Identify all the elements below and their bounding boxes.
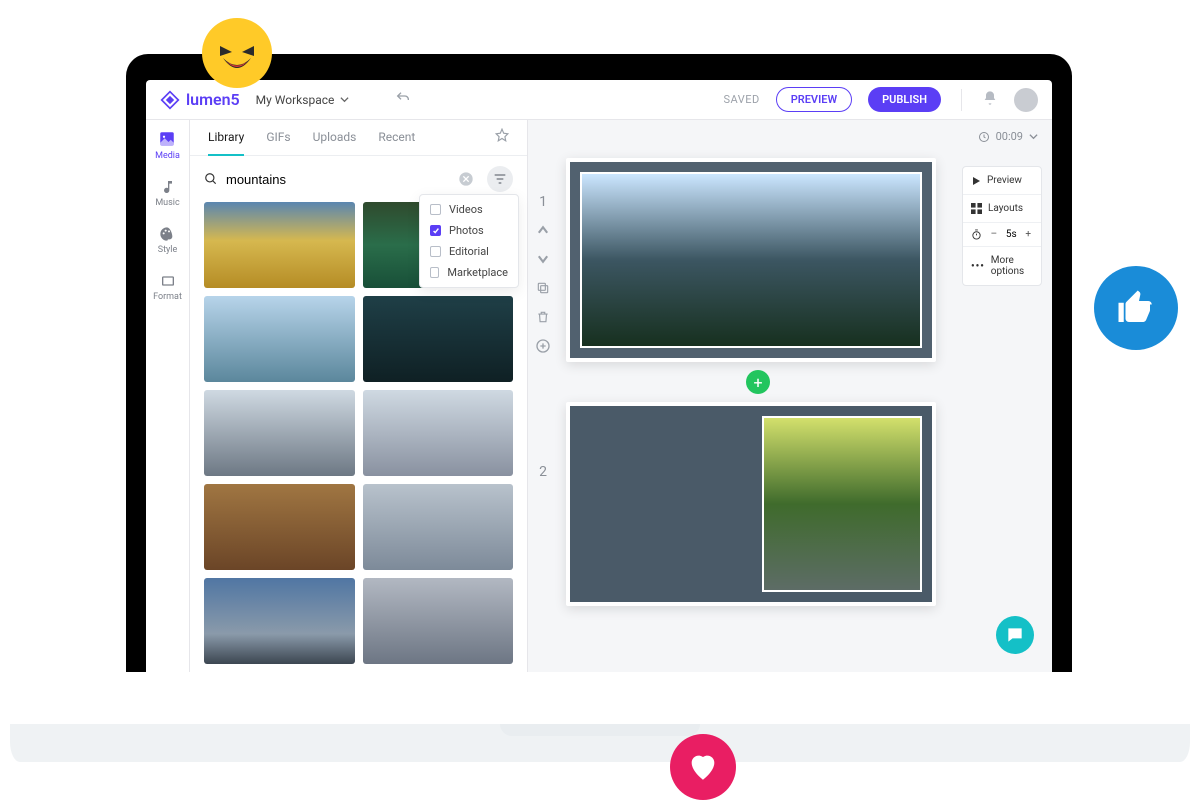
duration-minus[interactable]: – (989, 229, 1000, 240)
media-thumb[interactable] (363, 578, 514, 664)
media-thumb[interactable] (204, 296, 355, 382)
filter-marketplace[interactable]: Marketplace (430, 266, 508, 279)
canvas-area: 00:09 1 2 + (528, 120, 1052, 672)
heart-icon (670, 734, 736, 800)
search-input[interactable] (204, 172, 445, 187)
tab-recent[interactable]: Recent (378, 120, 415, 156)
media-thumb[interactable] (204, 484, 355, 570)
avatar[interactable] (1014, 88, 1038, 112)
clear-search-icon[interactable] (453, 166, 479, 192)
timer-icon (971, 229, 982, 240)
delete-icon[interactable] (534, 307, 552, 330)
media-tabs: Library GIFs Uploads Recent (190, 120, 527, 156)
laughing-emoji-icon (202, 18, 272, 88)
filter-icon[interactable] (487, 166, 513, 192)
duration-control: – 5s + (963, 223, 1041, 247)
slide-media[interactable] (580, 172, 922, 348)
slide-number: 1 (539, 194, 547, 210)
copy-icon[interactable] (534, 278, 552, 301)
media-thumb[interactable] (204, 390, 355, 476)
slide-number: 2 (539, 464, 547, 480)
filter-videos[interactable]: Videos (430, 203, 508, 216)
filter-photos[interactable]: Photos (430, 224, 508, 237)
tab-favorites[interactable] (495, 120, 509, 157)
slide-media[interactable] (762, 416, 922, 592)
slide[interactable] (566, 158, 936, 362)
slide-preview-button[interactable]: Preview (963, 167, 1041, 195)
app-header: lumen5 My Workspace SAVED PREVIEW PUBLIS… (146, 80, 1052, 120)
tab-uploads[interactable]: Uploads (313, 120, 357, 156)
rail-media[interactable]: Media (155, 130, 180, 161)
brand-logo: lumen5 (160, 90, 240, 110)
rail-style[interactable]: Style (158, 226, 178, 255)
slide-gutter: 1 2 (528, 120, 558, 672)
publish-button[interactable]: PUBLISH (868, 87, 941, 112)
slide[interactable] (566, 402, 936, 606)
duration-plus[interactable]: + (1023, 229, 1033, 240)
workspace-dropdown[interactable]: My Workspace (256, 93, 350, 107)
bell-icon[interactable] (982, 90, 998, 109)
search-icon (204, 172, 218, 186)
saved-label: SAVED (723, 93, 759, 106)
media-thumb[interactable] (204, 202, 355, 288)
left-rail: Media Music Style Format (146, 120, 190, 672)
preview-button[interactable]: PREVIEW (776, 87, 852, 112)
layouts-button[interactable]: Layouts (963, 195, 1041, 223)
filter-popover: Videos Photos Editorial Marketplace (419, 194, 519, 288)
filter-editorial[interactable]: Editorial (430, 245, 508, 258)
chat-icon[interactable] (996, 616, 1034, 654)
rail-music[interactable]: Music (155, 179, 179, 208)
move-down-icon[interactable] (534, 249, 552, 272)
media-thumb[interactable] (363, 390, 514, 476)
tab-gifs[interactable]: GIFs (266, 120, 290, 156)
tab-library[interactable]: Library (208, 120, 244, 156)
add-slide-button[interactable]: + (746, 370, 770, 394)
media-thumb[interactable] (363, 296, 514, 382)
more-options-button[interactable]: ••• More options (963, 247, 1041, 285)
rail-format[interactable]: Format (153, 273, 182, 302)
laptop-frame: lumen5 My Workspace SAVED PREVIEW PUBLIS… (126, 54, 1072, 672)
undo-icon[interactable] (395, 90, 411, 109)
add-circle-icon[interactable] (533, 336, 553, 360)
media-thumb[interactable] (204, 578, 355, 664)
thumbs-up-icon (1094, 266, 1178, 350)
laptop-base (10, 724, 1190, 762)
media-panel: Library GIFs Uploads Recent (190, 120, 528, 672)
media-thumb[interactable] (363, 484, 514, 570)
duration-value: 5s (1006, 229, 1017, 240)
move-up-icon[interactable] (534, 220, 552, 243)
slide-actions-panel: Preview Layouts – 5s + ••• More options (962, 166, 1042, 286)
